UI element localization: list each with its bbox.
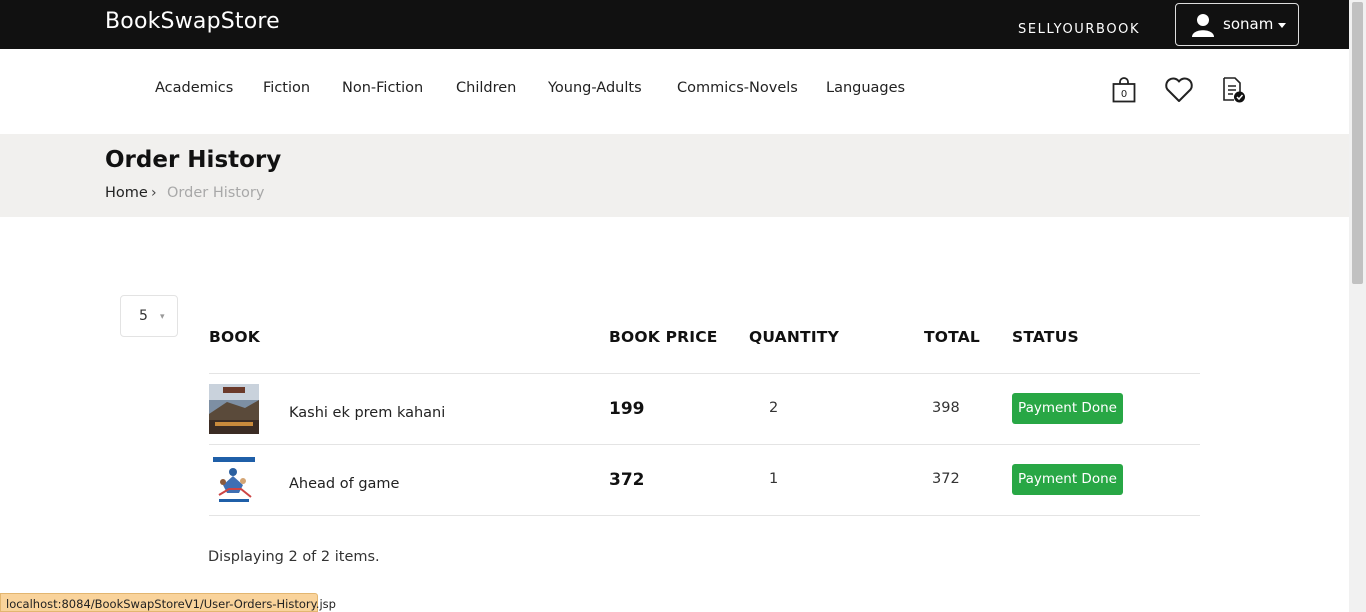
nav-item-languages[interactable]: Languages	[826, 80, 905, 96]
nav-item-young-adults[interactable]: Young-Adults	[548, 80, 642, 96]
cart-icon[interactable]: 0	[1112, 77, 1136, 103]
order-history-icon[interactable]	[1222, 76, 1246, 104]
pagination-summary: Displaying 2 of 2 items.	[208, 549, 380, 565]
order-list-icon	[1223, 77, 1245, 103]
breadcrumb-separator-icon: ›	[151, 185, 157, 201]
book-cover-thumbnail[interactable]	[209, 455, 259, 505]
browser-status-bar: localhost:8084/BookSwapStoreV1/User-Orde…	[0, 593, 336, 612]
cart-count: 0	[1121, 89, 1127, 100]
top-bar: BookSwapStore SELLYOURBOOK sonam	[0, 0, 1349, 49]
shopping-bag-icon: 0	[1112, 77, 1136, 103]
total: 372	[932, 471, 960, 487]
vertical-scrollbar[interactable]	[1349, 0, 1366, 612]
status-badge: Payment Done	[1012, 393, 1123, 424]
book-title[interactable]: Kashi ek prem kahani	[289, 405, 445, 421]
column-header-status: STATUS	[1012, 328, 1079, 346]
heart-icon	[1165, 77, 1193, 102]
book-cover-image	[209, 384, 259, 434]
page-header: Order History Home › Order History	[0, 134, 1349, 217]
column-header-book-price: BOOK PRICE	[609, 328, 718, 346]
book-price: 199	[609, 399, 645, 419]
column-header-book: BOOK	[209, 328, 260, 346]
user-name: sonam	[1223, 15, 1274, 33]
scrollbar-thumb[interactable]	[1352, 2, 1363, 284]
chevron-down-icon	[1278, 23, 1286, 28]
column-header-total: TOTAL	[924, 328, 980, 346]
category-nav: Academics Fiction Non-Fiction Children Y…	[0, 49, 1349, 134]
status-badge: Payment Done	[1012, 464, 1123, 495]
book-title[interactable]: Ahead of game	[289, 476, 399, 492]
user-menu-button[interactable]: sonam	[1175, 3, 1299, 46]
nav-item-fiction[interactable]: Fiction	[263, 80, 310, 96]
sell-your-book-link[interactable]: SELLYOURBOOK	[1018, 22, 1140, 37]
brand-logo[interactable]: BookSwapStore	[105, 9, 280, 34]
book-cover-thumbnail[interactable]	[209, 384, 259, 434]
chevron-down-icon: ▾	[160, 312, 165, 322]
book-price: 372	[609, 470, 645, 490]
quantity: 2	[769, 400, 779, 416]
page-size-select[interactable]: 5 ▾	[120, 295, 178, 337]
page-size-value: 5	[139, 308, 148, 324]
column-header-quantity: QUANTITY	[749, 328, 839, 346]
user-avatar-icon	[1192, 14, 1214, 37]
nav-item-non-fiction[interactable]: Non-Fiction	[342, 80, 423, 96]
breadcrumb-home-link[interactable]: Home	[105, 185, 148, 201]
book-cover-image	[209, 455, 259, 505]
breadcrumb-current: Order History	[167, 185, 265, 201]
table-row: Ahead of game 372 1 372 Payment Done	[0, 444, 1349, 515]
table-row: Kashi ek prem kahani 199 2 398 Payment D…	[0, 373, 1349, 444]
nav-item-commics-novels[interactable]: Commics-Novels	[677, 80, 798, 96]
nav-item-academics[interactable]: Academics	[155, 80, 233, 96]
wishlist-heart-icon[interactable]	[1164, 77, 1194, 103]
quantity: 1	[769, 471, 779, 487]
table-divider	[209, 515, 1200, 516]
total: 398	[932, 400, 960, 416]
page-title: Order History	[105, 147, 282, 173]
nav-item-children[interactable]: Children	[456, 80, 516, 96]
